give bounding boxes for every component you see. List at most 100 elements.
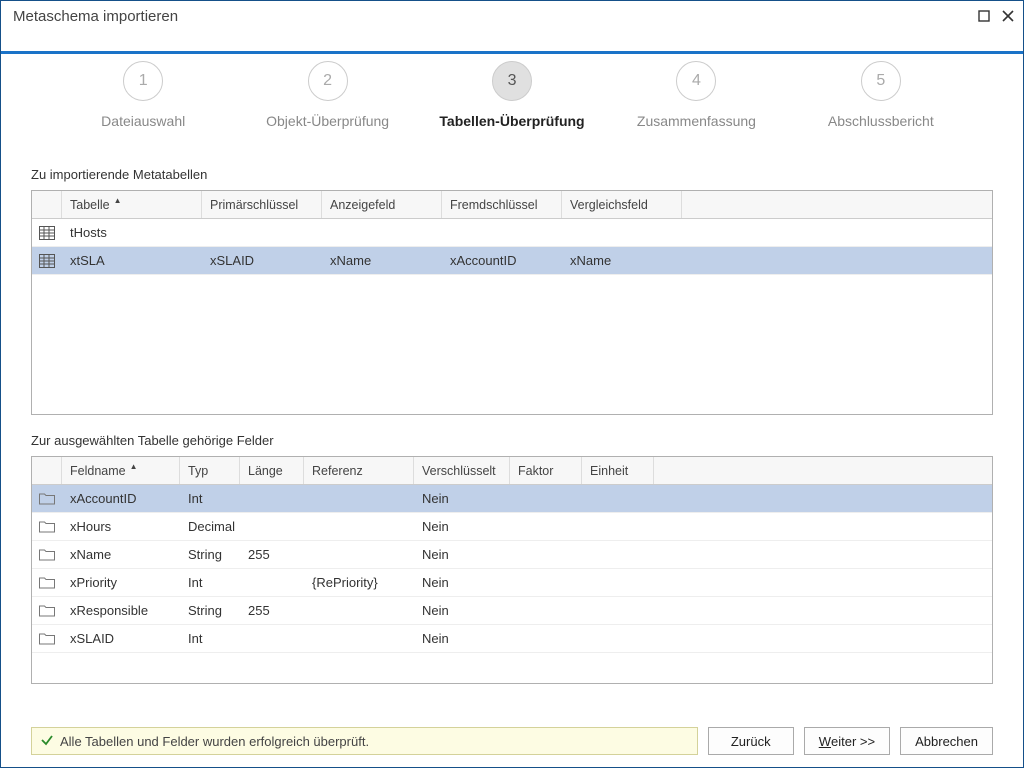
col-faktor[interactable]: Faktor — [510, 457, 582, 484]
cell-fill — [682, 257, 992, 265]
col-fk[interactable]: Fremdschlüssel — [442, 191, 562, 218]
field-row[interactable]: xAccountIDIntNein — [32, 485, 992, 513]
sort-asc-icon: ▲ — [130, 462, 138, 471]
cell-faktor — [510, 635, 582, 643]
cell-referenz — [304, 495, 414, 503]
cell-einheit — [582, 523, 654, 531]
cell-fill — [654, 579, 992, 587]
col-feldname[interactable]: Feldname ▲ — [62, 457, 180, 484]
col-pk[interactable]: Primärschlüssel — [202, 191, 322, 218]
folder-icon — [32, 520, 62, 533]
status-bar: Alle Tabellen und Felder wurden erfolgre… — [31, 727, 698, 755]
back-button[interactable]: Zurück — [708, 727, 794, 755]
cell-fill — [654, 635, 992, 643]
folder-icon — [32, 548, 62, 561]
table-icon — [32, 226, 62, 240]
cell-referenz — [304, 635, 414, 643]
cell-einheit — [582, 551, 654, 559]
step-circle: 3 — [492, 61, 532, 101]
tables-section-label: Zu importierende Metatabellen — [31, 167, 993, 182]
cell-tabelle: xtSLA — [62, 249, 202, 272]
cell-fill — [654, 523, 992, 531]
col-label: Tabelle — [70, 198, 110, 212]
folder-icon — [32, 604, 62, 617]
step-label: Dateiauswahl — [101, 113, 185, 129]
field-row[interactable]: xHoursDecimalNein — [32, 513, 992, 541]
cell-referenz: {RePriority} — [304, 571, 414, 594]
col-cmp[interactable]: Vergleichsfeld — [562, 191, 682, 218]
cell-feldname: xHours — [62, 515, 180, 538]
folder-icon — [32, 632, 62, 645]
cell-laenge — [240, 523, 304, 531]
cell-feldname: xSLAID — [62, 627, 180, 650]
field-row[interactable]: xSLAIDIntNein — [32, 625, 992, 653]
maximize-icon[interactable] — [977, 9, 991, 23]
cell-laenge: 255 — [240, 543, 304, 566]
cell-faktor — [510, 607, 582, 615]
wizard-stepper: 1 Dateiauswahl 2 Objekt-Überprüfung 3 Ta… — [1, 31, 1023, 139]
cell-faktor — [510, 495, 582, 503]
cell-verschluesselt: Nein — [414, 599, 510, 622]
cell-pk — [202, 229, 322, 237]
col-einheit[interactable]: Einheit — [582, 457, 654, 484]
cell-fill — [654, 495, 992, 503]
col-laenge[interactable]: Länge — [240, 457, 304, 484]
col-fill — [654, 457, 992, 484]
field-row[interactable]: xNameString255Nein — [32, 541, 992, 569]
cell-einheit — [582, 607, 654, 615]
col-label: Feldname — [70, 464, 126, 478]
fields-body[interactable]: xAccountIDIntNeinxHoursDecimalNeinxNameS… — [32, 485, 992, 683]
cell-fill — [682, 229, 992, 237]
step-label: Zusammenfassung — [637, 113, 756, 129]
tables-body[interactable]: tHosts xtSLAxSLAIDxNamexAccountIDxName — [32, 219, 992, 414]
col-tabelle[interactable]: Tabelle ▲ — [62, 191, 202, 218]
close-icon[interactable] — [1001, 9, 1015, 23]
cell-verschluesselt: Nein — [414, 543, 510, 566]
step-circle: 5 — [861, 61, 901, 101]
mnemonic: W — [819, 734, 831, 749]
step-2: 2 Objekt-Überprüfung — [235, 61, 419, 129]
cell-typ: Int — [180, 571, 240, 594]
next-button[interactable]: Weiter >> — [804, 727, 890, 755]
table-row[interactable]: xtSLAxSLAIDxNamexAccountIDxName — [32, 247, 992, 275]
cell-tabelle: tHosts — [62, 221, 202, 244]
cell-display: xName — [322, 249, 442, 272]
col-referenz[interactable]: Referenz — [304, 457, 414, 484]
table-row[interactable]: tHosts — [32, 219, 992, 247]
titlebar-buttons — [977, 9, 1015, 23]
fields-grid: Feldname ▲ Typ Länge Referenz Verschlüsse… — [31, 456, 993, 684]
cell-faktor — [510, 523, 582, 531]
step-circle: 2 — [308, 61, 348, 101]
cell-typ: Int — [180, 487, 240, 510]
status-text: Alle Tabellen und Felder wurden erfolgre… — [60, 734, 369, 749]
sort-asc-icon: ▲ — [114, 196, 122, 205]
step-label: Tabellen-Überprüfung — [439, 113, 584, 129]
cell-faktor — [510, 579, 582, 587]
cell-fk — [442, 229, 562, 237]
step-3: 3 Tabellen-Überprüfung — [420, 61, 604, 129]
cell-feldname: xAccountID — [62, 487, 180, 510]
field-row[interactable]: xPriorityInt{RePriority}Nein — [32, 569, 992, 597]
cell-feldname: xResponsible — [62, 599, 180, 622]
cell-laenge — [240, 495, 304, 503]
titlebar: Metaschema importieren — [1, 1, 1023, 31]
step-circle: 1 — [123, 61, 163, 101]
cell-fk: xAccountID — [442, 249, 562, 272]
cell-faktor — [510, 551, 582, 559]
col-verschluesselt[interactable]: Verschlüsselt — [414, 457, 510, 484]
cell-feldname: xName — [62, 543, 180, 566]
cell-fill — [654, 607, 992, 615]
cell-einheit — [582, 495, 654, 503]
fields-header: Feldname ▲ Typ Länge Referenz Verschlüsse… — [32, 457, 992, 485]
folder-icon — [32, 576, 62, 589]
col-icon[interactable] — [32, 191, 62, 218]
step-1: 1 Dateiauswahl — [51, 61, 235, 129]
col-icon[interactable] — [32, 457, 62, 484]
fields-section-label: Zur ausgewählten Tabelle gehörige Felder — [31, 433, 993, 448]
field-row[interactable]: xResponsibleString255Nein — [32, 597, 992, 625]
cancel-button[interactable]: Abbrechen — [900, 727, 993, 755]
cell-typ: Decimal — [180, 515, 240, 538]
col-display[interactable]: Anzeigefeld — [322, 191, 442, 218]
col-typ[interactable]: Typ — [180, 457, 240, 484]
cell-typ: String — [180, 599, 240, 622]
